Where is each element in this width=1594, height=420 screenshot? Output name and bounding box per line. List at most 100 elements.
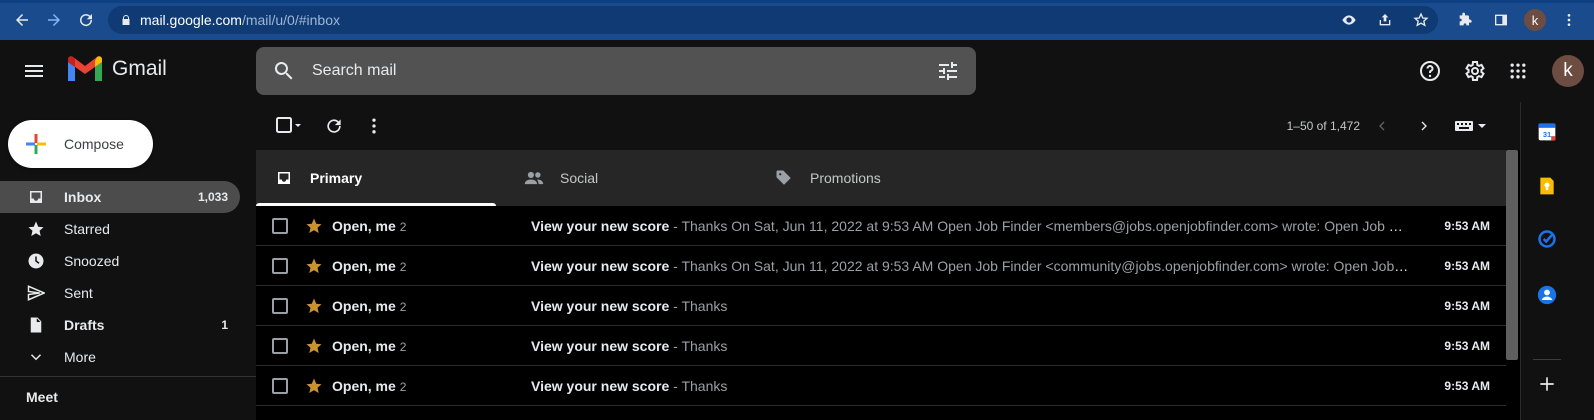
thread-count: 2 (399, 379, 407, 394)
email-time: 9:53 AM (1444, 258, 1490, 273)
email-sender: Open, me 2 (332, 298, 406, 314)
next-page-icon[interactable] (1404, 106, 1444, 146)
sidebar-item-starred[interactable]: Starred (0, 213, 240, 245)
help-icon[interactable] (1408, 49, 1452, 93)
star-icon[interactable] (304, 256, 324, 276)
contacts-icon[interactable] (1535, 283, 1559, 307)
email-snippet: - Thanks (669, 297, 728, 314)
svg-text:31: 31 (1543, 130, 1551, 139)
browser-profile-avatar[interactable]: k (1524, 9, 1546, 31)
tag-icon (774, 168, 794, 188)
address-bar[interactable]: mail.google.com/mail/u/0/#inbox (108, 6, 1438, 34)
star-icon[interactable] (304, 336, 324, 356)
email-sender: Open, me 2 (332, 338, 406, 354)
list-toolbar: 1–50 of 1,472 (256, 102, 1520, 150)
email-sender: Open, me 2 (332, 258, 406, 274)
compose-plus-icon (26, 134, 46, 154)
select-all-checkbox[interactable] (264, 106, 314, 146)
tab-promotions[interactable]: Promotions (756, 150, 1006, 206)
email-time: 9:53 AM (1444, 378, 1490, 393)
keep-icon[interactable] (1535, 174, 1559, 198)
share-icon[interactable] (1372, 7, 1398, 33)
tasks-icon[interactable] (1535, 227, 1559, 251)
sidebar-item-drafts[interactable]: Drafts 1 (0, 309, 240, 341)
star-icon[interactable] (304, 376, 324, 396)
account-avatar[interactable]: k (1552, 55, 1584, 87)
star-icon[interactable] (304, 216, 324, 236)
star-icon[interactable] (304, 296, 324, 316)
search-icon[interactable] (272, 59, 296, 83)
email-row[interactable]: Open, me 2 View your new score - Thanks 9… (256, 326, 1506, 366)
clock-icon (26, 251, 46, 271)
sidebar-item-label: Starred (64, 221, 110, 237)
email-row[interactable]: Open, me 2 View your new score - Thanks 9… (256, 366, 1506, 406)
row-checkbox[interactable] (272, 257, 288, 274)
email-sender: Open, me 2 (332, 218, 406, 234)
email-subject: View your new score (531, 377, 670, 394)
sidebar-item-inbox[interactable]: Inbox 1,033 (0, 181, 240, 213)
meet-section-title[interactable]: Meet (26, 389, 58, 405)
more-options-icon[interactable] (354, 106, 394, 146)
side-panel-icon[interactable] (1488, 7, 1514, 33)
back-button[interactable] (6, 4, 38, 36)
tab-primary[interactable]: Primary (256, 150, 506, 206)
refresh-icon[interactable] (314, 106, 354, 146)
email-list: Open, me 2 View your new score - Thanks O… (256, 206, 1506, 406)
people-icon (524, 168, 544, 188)
tab-social[interactable]: Social (506, 150, 756, 206)
sender-name: Open, me (332, 217, 396, 234)
apps-grid-icon[interactable] (1496, 49, 1540, 93)
email-subject: View your new score (531, 297, 670, 314)
calendar-icon[interactable]: 31 (1535, 120, 1559, 144)
thread-count: 2 (399, 299, 407, 314)
extensions-icon[interactable] (1452, 7, 1478, 33)
email-preview: View your new score - Thanks (531, 378, 1411, 394)
menu-dots-icon[interactable] (1556, 7, 1582, 33)
sidebar-item-snoozed[interactable]: Snoozed (0, 245, 240, 277)
thread-count: 2 (399, 339, 407, 354)
email-snippet: - Thanks On Sat, Jun 11, 2022 at 9:53 AM… (673, 257, 1411, 274)
sidebar-item-label: Inbox (64, 189, 102, 205)
row-checkbox[interactable] (272, 217, 288, 234)
input-tools-icon[interactable] (1446, 106, 1494, 146)
add-addon-icon[interactable] (1535, 372, 1559, 396)
search-options-icon[interactable] (936, 59, 960, 83)
sidebar: Compose Inbox 1,033 Starred Snoozed Sent… (0, 102, 256, 420)
inbox-icon (274, 168, 294, 188)
forward-button[interactable] (38, 4, 70, 36)
search-input[interactable] (312, 47, 872, 95)
email-row[interactable]: Open, me 2 View your new score - Thanks O… (256, 246, 1506, 286)
email-list-scrollbar[interactable] (1506, 150, 1518, 360)
gmail-logo[interactable]: Gmail (66, 54, 167, 84)
star-icon (26, 219, 46, 239)
bookmark-star-icon[interactable] (1408, 7, 1434, 33)
sender-name: Open, me (332, 377, 396, 394)
row-checkbox[interactable] (272, 377, 288, 394)
thread-count: 2 (399, 259, 407, 274)
reload-button[interactable] (70, 4, 102, 36)
eye-icon[interactable] (1336, 7, 1362, 33)
chevron-down-icon (26, 347, 46, 367)
compose-button[interactable]: Compose (8, 120, 153, 168)
row-checkbox[interactable] (272, 337, 288, 354)
sidebar-item-sent[interactable]: Sent (0, 277, 240, 309)
email-snippet: - Thanks (669, 337, 728, 354)
email-time: 9:53 AM (1444, 298, 1490, 313)
url-host: mail.google.com (140, 12, 242, 28)
inbox-icon (26, 187, 46, 207)
folder-list: Inbox 1,033 Starred Snoozed Sent Drafts … (0, 181, 240, 373)
main-menu-icon[interactable] (22, 59, 46, 83)
sidebar-item-more[interactable]: More (0, 341, 240, 373)
tab-strip (0, 0, 1594, 3)
pagination-text[interactable]: 1–50 of 1,472 (1287, 102, 1360, 150)
sidebar-item-label: Drafts (64, 317, 105, 333)
category-tabs: Primary Social Promotions (256, 150, 1506, 206)
settings-gear-icon[interactable] (1452, 49, 1496, 93)
email-row[interactable]: Open, me 2 View your new score - Thanks O… (256, 206, 1506, 246)
email-time: 9:53 AM (1444, 338, 1490, 353)
search-bar[interactable] (256, 47, 976, 95)
email-row[interactable]: Open, me 2 View your new score - Thanks 9… (256, 286, 1506, 326)
prev-page-icon[interactable] (1362, 106, 1402, 146)
row-checkbox[interactable] (272, 297, 288, 314)
lock-icon (122, 15, 130, 25)
